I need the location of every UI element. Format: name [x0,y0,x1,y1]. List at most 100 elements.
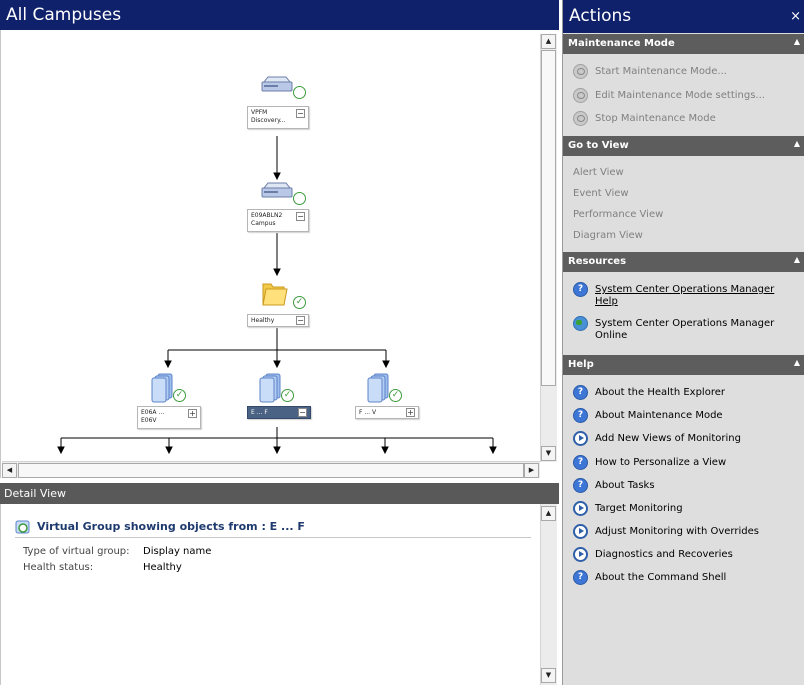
diagram-node-vpfm[interactable]: VPFM Discovery... − [245,76,315,136]
action-label: Diagnostics and Recoveries [595,549,733,560]
globe-icon [573,316,588,331]
collapse-button[interactable]: − [296,212,305,221]
action-label: Add New Views of Monitoring [595,433,741,444]
collapse-caret-icon[interactable]: ▲ [794,37,800,46]
section-go-to-view[interactable]: Go to View ▲ [563,136,804,156]
scroll-down-button[interactable]: ▼ [541,668,556,683]
section-title: Go to View [568,140,629,151]
action-label: Adjust Monitoring with Overrides [595,526,759,537]
scroll-up-button[interactable]: ▲ [541,34,556,49]
play-icon [573,524,588,539]
collapse-button[interactable]: − [298,408,307,417]
action-label: System Center Operations Manager Help [595,284,775,307]
actions-pane: Actions × Maintenance Mode ▲ Start Maint… [562,0,804,685]
help-icon: ? [573,478,588,493]
diagram-horizontal-scrollbar[interactable]: ◀ ▶ [2,461,540,478]
actions-title: Actions × [563,0,804,33]
healthy-check-icon: ✓ [389,389,402,402]
view-title: All Campuses [0,0,559,30]
group-icon [259,373,281,403]
section-help[interactable]: Help ▲ [563,355,804,375]
action-label: Performance View [573,209,664,220]
action-label: About Maintenance Mode [595,410,723,421]
property-value: Display name [143,546,212,557]
diagram-node-campus[interactable]: E09ABLN2 Campus − [245,182,315,242]
property-label: Health status: [23,562,94,573]
section-title: Help [568,359,594,370]
help-icon: ? [573,408,588,423]
diagram-node-label: E06A ... E06V + [137,406,201,429]
help-icon: ? [573,282,588,297]
help-icon: ? [573,455,588,470]
action-label: Stop Maintenance Mode [595,113,716,124]
detail-title-text: Virtual Group showing objects from : E .… [37,520,305,533]
diagram-node-label: E09ABLN2 Campus − [247,209,309,232]
maintenance-icon [573,88,588,103]
maintenance-icon [573,64,588,79]
actions-title-text: Actions [569,6,632,26]
play-icon [573,501,588,516]
healthy-check-icon: ✓ [173,389,186,402]
node-label-line2: Campus [251,220,276,227]
detail-vertical-scrollbar[interactable]: ▲ ▼ [540,504,557,685]
action-label: Alert View [573,167,624,178]
collapse-caret-icon[interactable]: ▲ [794,255,800,264]
diagram-node-child-2[interactable]: ✓ E ... F − [245,373,315,431]
healthy-check-icon: ✓ [293,296,306,309]
close-icon[interactable]: × [790,9,801,24]
action-label: About the Health Explorer [595,387,725,398]
scroll-down-button[interactable]: ▼ [541,446,556,461]
help-icon: ? [573,570,588,585]
diagram-canvas[interactable]: VPFM Discovery... − E09ABLN2 Campus − ✓ … [0,30,559,478]
scroll-thumb[interactable] [541,50,556,386]
scroll-right-button[interactable]: ▶ [524,463,539,478]
action-label: Edit Maintenance Mode settings... [595,90,765,101]
node-label-line2: E06V [141,417,157,424]
scroll-up-button[interactable]: ▲ [541,506,556,521]
collapse-button[interactable]: − [296,316,305,325]
maintenance-icon [573,111,588,126]
diagram-node-label: F ... V + [355,406,419,419]
node-label-line2: Discovery... [251,117,286,124]
diagram-node-label: VPFM Discovery... − [247,106,309,129]
detail-view-header: Detail View [0,483,559,504]
action-label: Event View [573,188,629,199]
help-icon: ? [573,385,588,400]
expand-button[interactable]: + [188,409,197,418]
action-label: Diagram View [573,230,643,241]
status-not-monitored-icon [293,192,306,205]
section-title: Maintenance Mode [568,38,675,49]
detail-view: Virtual Group showing objects from : E .… [0,504,559,685]
collapse-button[interactable]: − [296,109,305,118]
diagram-node-healthy[interactable]: ✓ Healthy − [245,278,315,330]
status-not-monitored-icon [293,86,306,99]
virtual-group-icon [15,520,30,534]
detail-title: Virtual Group showing objects from : E .… [15,518,531,538]
server-icon [261,182,293,198]
group-icon [367,373,389,403]
action-label: Target Monitoring [595,503,683,514]
expand-button[interactable]: + [406,408,415,417]
action-label: Start Maintenance Mode... [595,66,727,77]
diagram-node-label-selected: E ... F − [247,406,311,419]
scom-online-link[interactable]: System Center Operations Manager Online [573,316,799,344]
section-resources[interactable]: Resources ▲ [563,252,804,272]
scom-help-link[interactable]: ? System Center Operations Manager Help [573,282,799,310]
section-maintenance-mode[interactable]: Maintenance Mode ▲ [563,34,804,54]
collapse-caret-icon[interactable]: ▲ [794,358,800,367]
property-value: Healthy [143,562,182,573]
server-icon [261,76,293,92]
folder-icon [262,283,288,306]
scroll-thumb[interactable] [18,463,524,478]
collapse-caret-icon[interactable]: ▲ [794,139,800,148]
main-pane: All Campuses VPFM Discovery... − E09ABLN… [0,0,559,685]
diagram-node-child-3[interactable]: ✓ F ... V + [353,373,423,431]
scroll-left-button[interactable]: ◀ [2,463,17,478]
diagram-node-child-1[interactable]: ✓ E06A ... E06V + [137,373,207,431]
section-title: Resources [568,256,627,267]
property-label: Type of virtual group: [23,546,130,557]
healthy-check-icon: ✓ [281,389,294,402]
play-icon [573,547,588,562]
diagram-vertical-scrollbar[interactable]: ▲ ▼ [540,34,557,462]
group-icon [151,373,173,403]
